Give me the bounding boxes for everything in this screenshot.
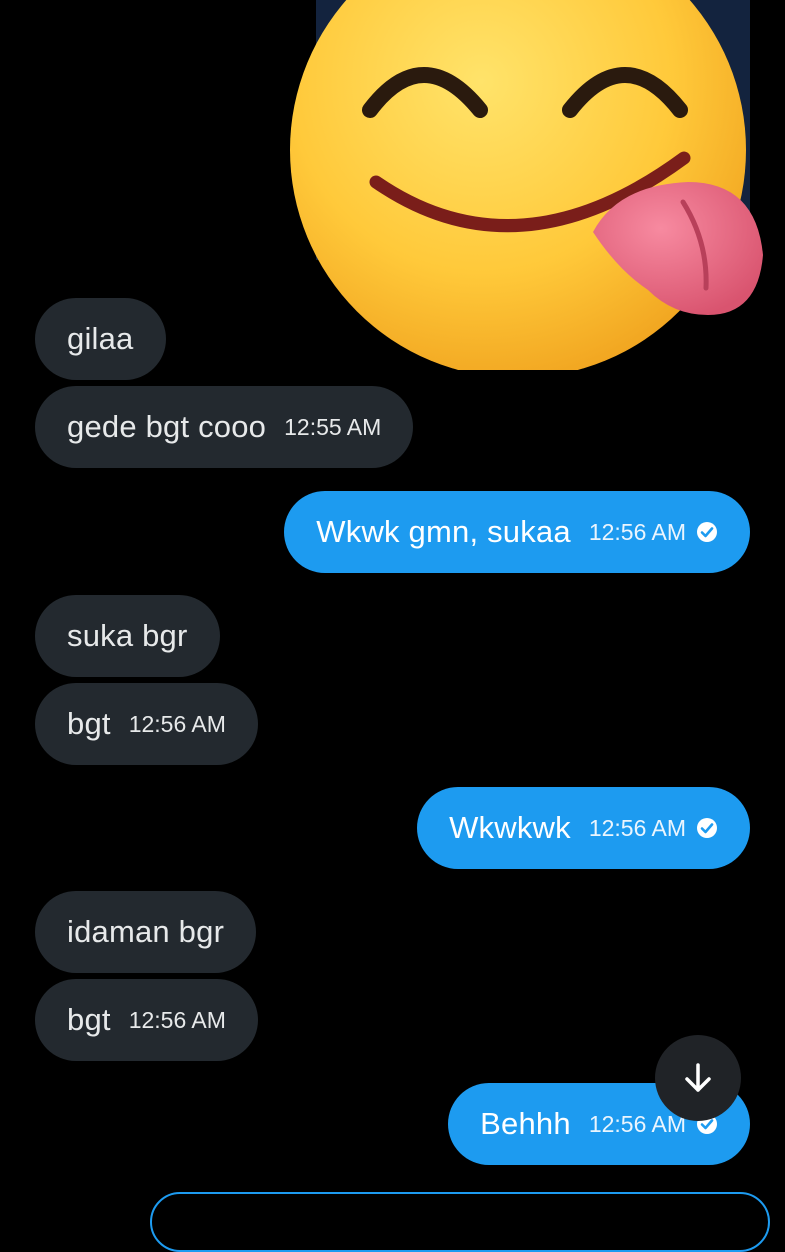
message-bubble-incoming[interactable]: suka bgr (35, 595, 220, 677)
message-bubble-incoming[interactable]: gilaa (35, 298, 166, 380)
message-text: Behhh (480, 1106, 571, 1141)
message-timestamp: 12:55 AM (284, 413, 382, 440)
check-circle-icon (697, 818, 717, 838)
check-circle-icon (697, 522, 717, 542)
yum-emoji-sticker[interactable] (288, 0, 768, 370)
scroll-to-bottom-button[interactable] (655, 1035, 741, 1121)
message-timestamp: 12:56 AM (128, 1006, 226, 1033)
message-bubble-outgoing[interactable]: Wkwk gmn, sukaa 12:56 AM (284, 491, 750, 573)
message-composer-input[interactable] (150, 1192, 770, 1252)
message-text: Wkwk gmn, sukaa (316, 514, 571, 549)
message-timestamp: 12:56 AM (588, 1110, 686, 1137)
message-timestamp: 12:56 AM (128, 710, 226, 737)
message-timestamp: 12:56 AM (588, 814, 686, 841)
arrow-down-icon (685, 1063, 711, 1092)
message-bubble-outgoing[interactable]: Wkwkwk 12:56 AM (417, 787, 750, 869)
message-text: suka bgr (67, 618, 188, 653)
message-text: Wkwkwk (449, 810, 571, 845)
message-bubble-incoming[interactable]: bgt 12:56 AM (35, 979, 258, 1061)
message-text: bgt (67, 1002, 111, 1037)
message-text: gede bgt cooo (67, 409, 267, 444)
message-bubble-incoming[interactable]: gede bgt cooo 12:55 AM (35, 386, 414, 468)
message-timestamp: 12:56 AM (588, 518, 686, 545)
message-text: bgt (67, 706, 111, 741)
message-text: gilaa (67, 321, 134, 356)
message-text: idaman bgr (67, 914, 225, 949)
message-bubble-incoming[interactable]: bgt 12:56 AM (35, 683, 258, 765)
message-bubble-incoming[interactable]: idaman bgr (35, 891, 257, 973)
